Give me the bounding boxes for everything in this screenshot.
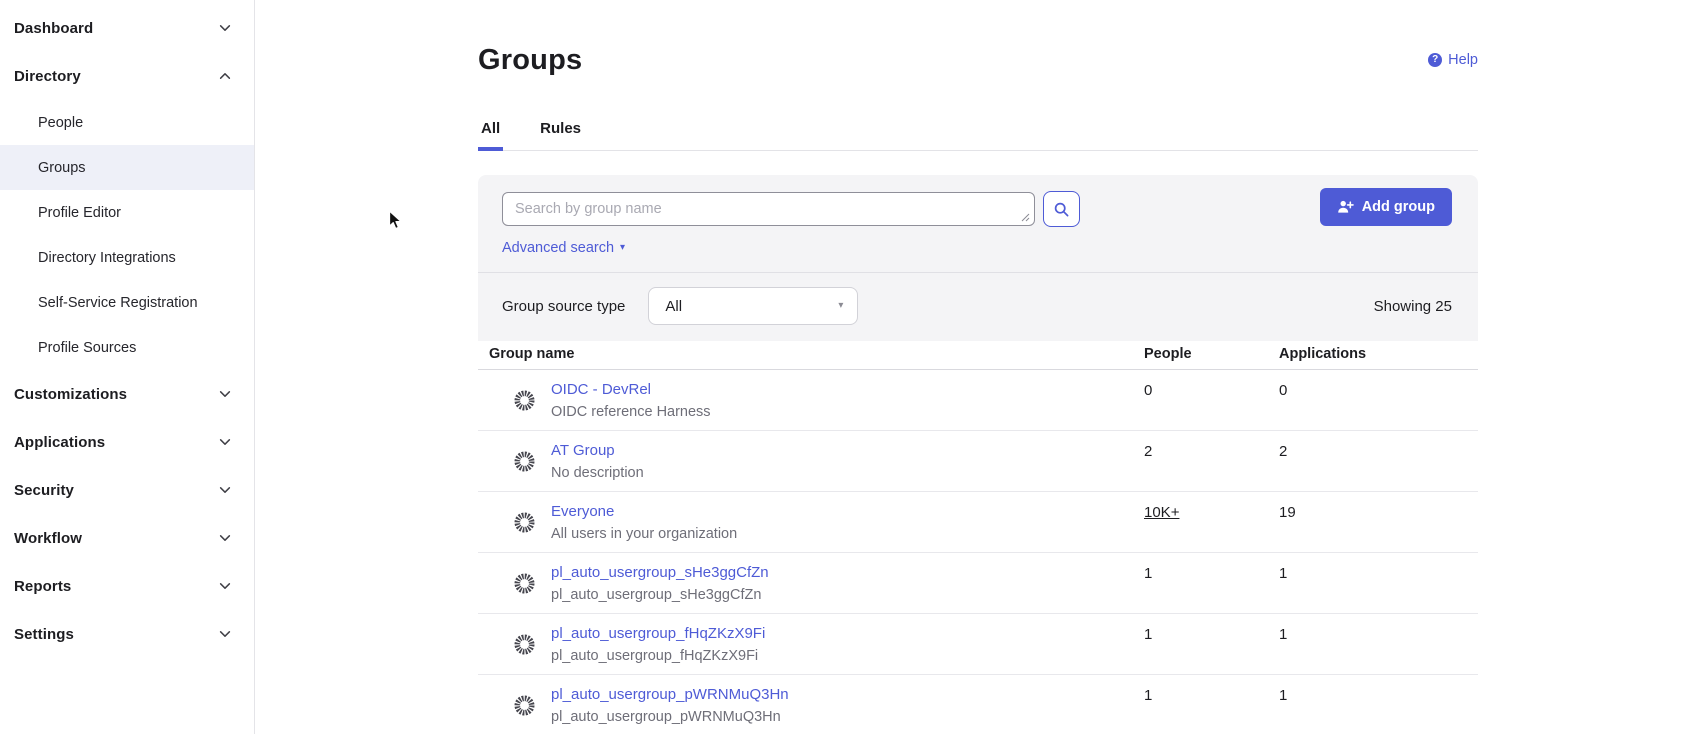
people-count[interactable]: 10K+ [1144,492,1179,521]
question-mark-icon: ? [1428,53,1442,67]
chevron-down-icon [218,21,232,35]
group-name-link[interactable]: pl_auto_usergroup_fHqZKzX9Fi [551,625,765,642]
sidebar-section-label: Reports [14,578,71,595]
group-description: No description [551,465,644,481]
group-name-link[interactable]: AT Group [551,442,615,459]
group-source-type-label: Group source type [502,298,625,315]
column-people: People [1144,346,1279,362]
sidebar-item-profile-editor[interactable]: Profile Editor [0,190,254,235]
sidebar-section-label: Workflow [14,530,82,547]
group-name-link[interactable]: pl_auto_usergroup_pWRNMuQ3Hn [551,686,789,703]
sidebar-item-directory-integrations[interactable]: Directory Integrations [0,235,254,280]
chevron-down-icon [218,483,232,497]
sidebar-item-groups[interactable]: Groups [0,145,254,190]
page-title: Groups [478,42,582,78]
help-link[interactable]: ? Help [1428,52,1478,68]
group-gear-burst-icon [513,450,536,473]
main-area: Groups ? Help All Rules Search by group … [255,0,1687,734]
sidebar-section-label: Security [14,482,74,499]
group-description: pl_auto_usergroup_pWRNMuQ3Hn [551,709,789,725]
table-row: Everyone All users in your organization … [478,492,1478,553]
people-count: 2 [1144,431,1279,460]
table-row: pl_auto_usergroup_sHe3ggCfZn pl_auto_use… [478,553,1478,614]
sidebar-section-settings[interactable]: Settings [0,610,254,658]
people-count: 1 [1144,675,1279,704]
sidebar-item-people[interactable]: People [0,100,254,145]
group-name-link[interactable]: Everyone [551,503,614,520]
caret-down-icon: ▾ [838,301,843,311]
applications-count: 19 [1279,492,1478,521]
group-source-type-dropdown[interactable]: All ▾ [648,287,858,325]
sidebar-section-label: Dashboard [14,20,93,37]
table-row: pl_auto_usergroup_pWRNMuQ3Hn pl_auto_use… [478,675,1478,734]
sidebar-section-label: Customizations [14,386,127,403]
table-row: AT Group No description 2 2 [478,431,1478,492]
applications-count: 1 [1279,614,1478,643]
sidebar-item-self-service-registration[interactable]: Self-Service Registration [0,280,254,325]
search-placeholder: Search by group name [515,201,1024,217]
caret-down-icon: ▾ [620,243,625,253]
table-body: OIDC - DevRel OIDC reference Harness 0 0… [478,370,1478,734]
search-section: Search by group name Advanced search [478,175,1478,272]
applications-count: 1 [1279,675,1478,704]
table-header: Group name People Applications [478,341,1478,370]
group-gear-burst-icon [513,572,536,595]
column-applications: Applications [1279,346,1478,362]
table-row: pl_auto_usergroup_fHqZKzX9Fi pl_auto_use… [478,614,1478,675]
sidebar-section-customizations[interactable]: Customizations [0,370,254,418]
search-icon [1053,201,1070,218]
sidebar-section-workflow[interactable]: Workflow [0,514,254,562]
group-gear-burst-icon [513,633,536,656]
dropdown-selected-value: All [665,298,682,315]
group-gear-burst-icon [513,694,536,717]
advanced-search-link[interactable]: Advanced search ▾ [502,240,625,256]
group-description: OIDC reference Harness [551,404,711,420]
applications-count: 2 [1279,431,1478,460]
sidebar-section-applications[interactable]: Applications [0,418,254,466]
chevron-down-icon [218,435,232,449]
search-button[interactable] [1043,191,1080,227]
sidebar-section-label: Settings [14,626,74,643]
people-count: 1 [1144,553,1279,582]
chevron-down-icon [218,579,232,593]
showing-count: Showing 25 [1374,298,1452,315]
group-name-link[interactable]: OIDC - DevRel [551,381,651,398]
sidebar-section-directory[interactable]: Directory [0,52,254,100]
group-gear-burst-icon [513,511,536,534]
table-row: OIDC - DevRel OIDC reference Harness 0 0 [478,370,1478,431]
people-count: 0 [1144,370,1279,399]
people-count: 1 [1144,614,1279,643]
page-header: Groups ? Help [478,0,1478,78]
chevron-down-icon [218,69,232,83]
sidebar-section-label: Applications [14,434,105,451]
resize-grip-icon[interactable] [1021,213,1030,222]
column-group-name: Group name [478,346,1144,362]
tab-bar: All Rules [478,120,1478,151]
chevron-down-icon [218,387,232,401]
group-description: All users in your organization [551,526,737,542]
sidebar-section-label: Directory [14,68,81,85]
applications-count: 1 [1279,553,1478,582]
sidebar-section-reports[interactable]: Reports [0,562,254,610]
filter-section: Group source type All ▾ Showing 25 [478,272,1478,341]
group-name-link[interactable]: pl_auto_usergroup_sHe3ggCfZn [551,564,769,581]
add-group-icon [1337,199,1354,215]
search-filter-card: Search by group name Advanced search [478,175,1478,341]
tab-all[interactable]: All [478,120,503,150]
applications-count: 0 [1279,370,1478,399]
sidebar-item-profile-sources[interactable]: Profile Sources [0,325,254,370]
group-description: pl_auto_usergroup_sHe3ggCfZn [551,587,769,603]
chevron-down-icon [218,531,232,545]
group-gear-burst-icon [513,389,536,412]
help-label: Help [1448,52,1478,68]
sidebar-section-security[interactable]: Security [0,466,254,514]
chevron-down-icon [218,627,232,641]
search-input[interactable]: Search by group name [502,192,1035,226]
add-group-button[interactable]: Add group [1320,188,1452,226]
group-description: pl_auto_usergroup_fHqZKzX9Fi [551,648,765,664]
groups-table: Group name People Applications OIDC - De… [478,341,1478,734]
tab-rules[interactable]: Rules [537,120,584,150]
sidebar-section-dashboard[interactable]: Dashboard [0,4,254,52]
sidebar-nav: Dashboard Directory People Groups Profil… [0,0,255,734]
